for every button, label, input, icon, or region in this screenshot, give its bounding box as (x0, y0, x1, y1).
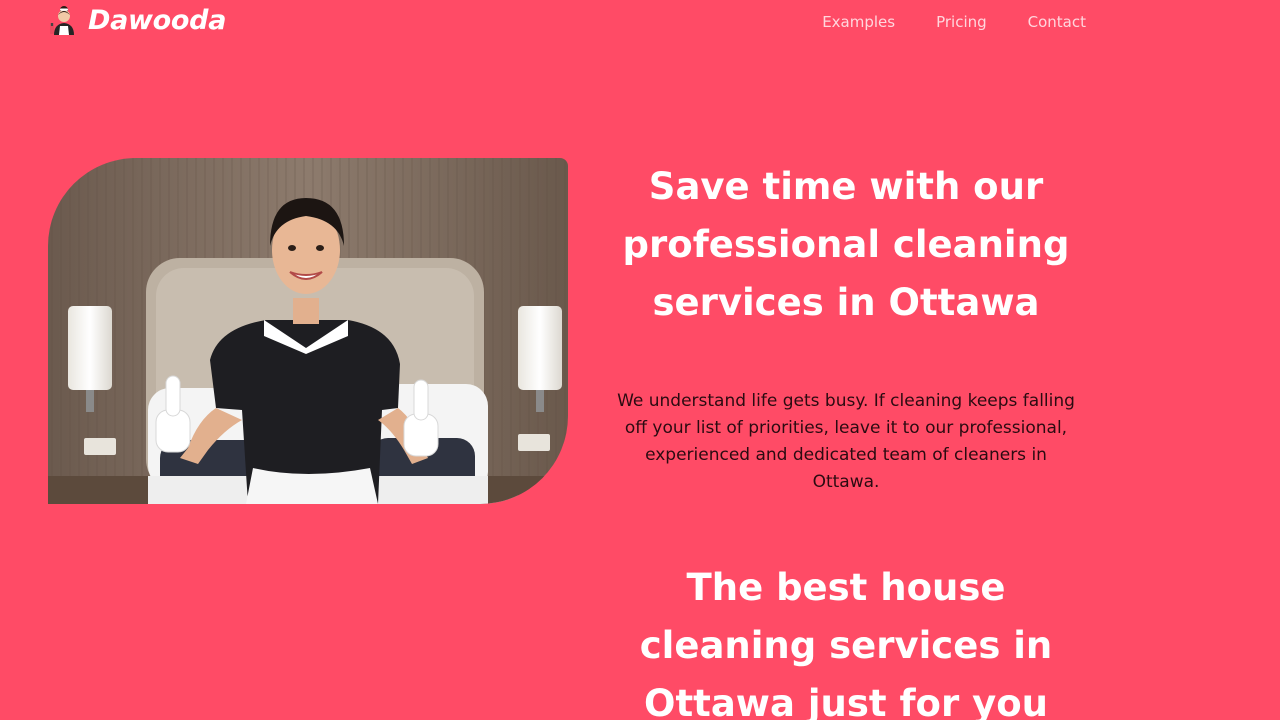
hero-photo (48, 158, 568, 504)
main-nav: Examples Pricing Contact (822, 12, 1086, 32)
nav-link-pricing[interactable]: Pricing (936, 12, 987, 32)
nav-link-contact[interactable]: Contact (1028, 12, 1086, 32)
logo-link[interactable]: Dawooda (48, 0, 226, 40)
hero-description: We understand life gets busy. If cleanin… (617, 391, 1075, 492)
section-heading: The best house cleaning services in Otta… (639, 566, 1053, 720)
logo-text: Dawooda (88, 4, 227, 36)
hero-heading: Save time with our professional cleaning… (622, 165, 1070, 324)
nav-link-examples[interactable]: Examples (822, 12, 895, 32)
maid-icon (50, 6, 74, 35)
